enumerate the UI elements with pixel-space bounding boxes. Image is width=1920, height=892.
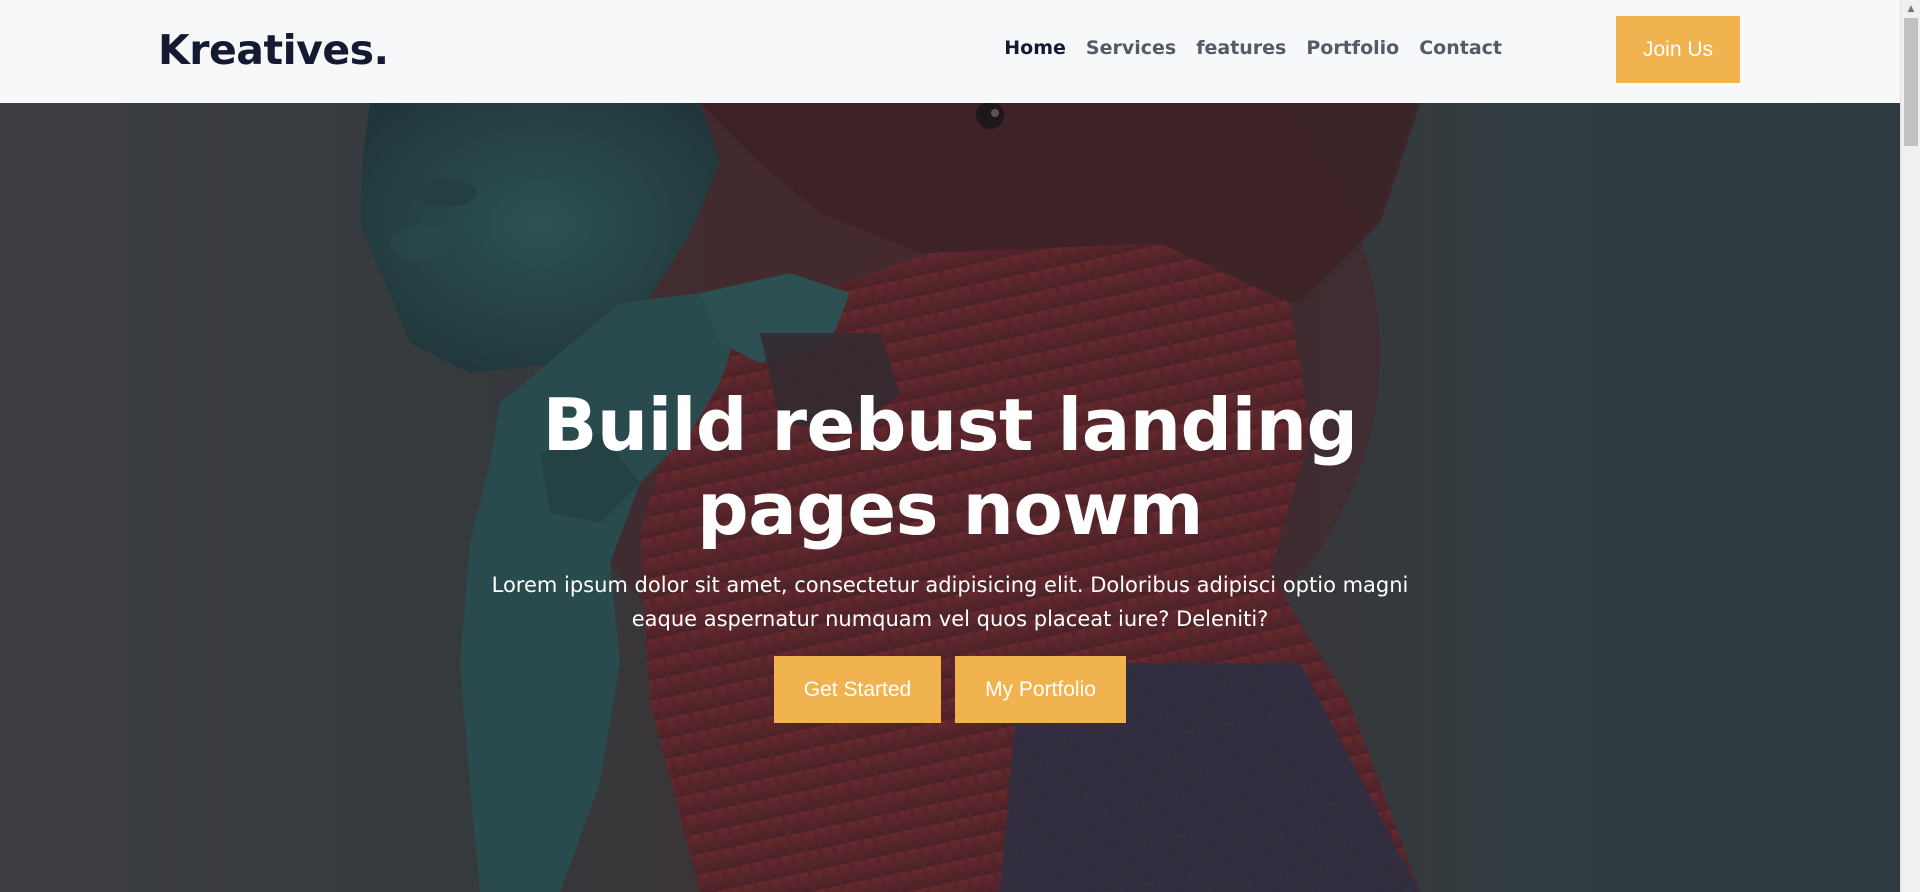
hero-actions: Get Started My Portfolio: [0, 656, 1900, 723]
navbar: Kreatives. Home Services features Portfo…: [0, 0, 1900, 103]
nav-links: Home Services features Portfolio Contact: [984, 37, 1502, 59]
my-portfolio-button[interactable]: My Portfolio: [955, 656, 1126, 723]
page-scrollbar[interactable]: ▲: [1900, 0, 1920, 892]
nav-link-home[interactable]: Home: [1004, 37, 1066, 59]
landing-page: Kreatives. Home Services features Portfo…: [0, 0, 1920, 892]
hero-section: Build rebust landing pages nowm Lorem ip…: [0, 103, 1900, 892]
nav-link-contact[interactable]: Contact: [1419, 37, 1502, 59]
brand-logo[interactable]: Kreatives.: [158, 26, 389, 74]
nav-link-services[interactable]: Services: [1086, 37, 1176, 59]
triangle-up-icon[interactable]: ▲: [1901, 0, 1920, 17]
hero-title: Build rebust landing pages nowm: [542, 383, 1358, 551]
scrollbar-thumb[interactable]: [1904, 18, 1918, 146]
join-us-button[interactable]: Join Us: [1616, 16, 1740, 83]
nav-link-features[interactable]: features: [1196, 37, 1286, 59]
get-started-button[interactable]: Get Started: [774, 656, 941, 723]
hero-subtitle: Lorem ipsum dolor sit amet, consectetur …: [491, 573, 1409, 631]
nav-link-portfolio[interactable]: Portfolio: [1306, 37, 1399, 59]
